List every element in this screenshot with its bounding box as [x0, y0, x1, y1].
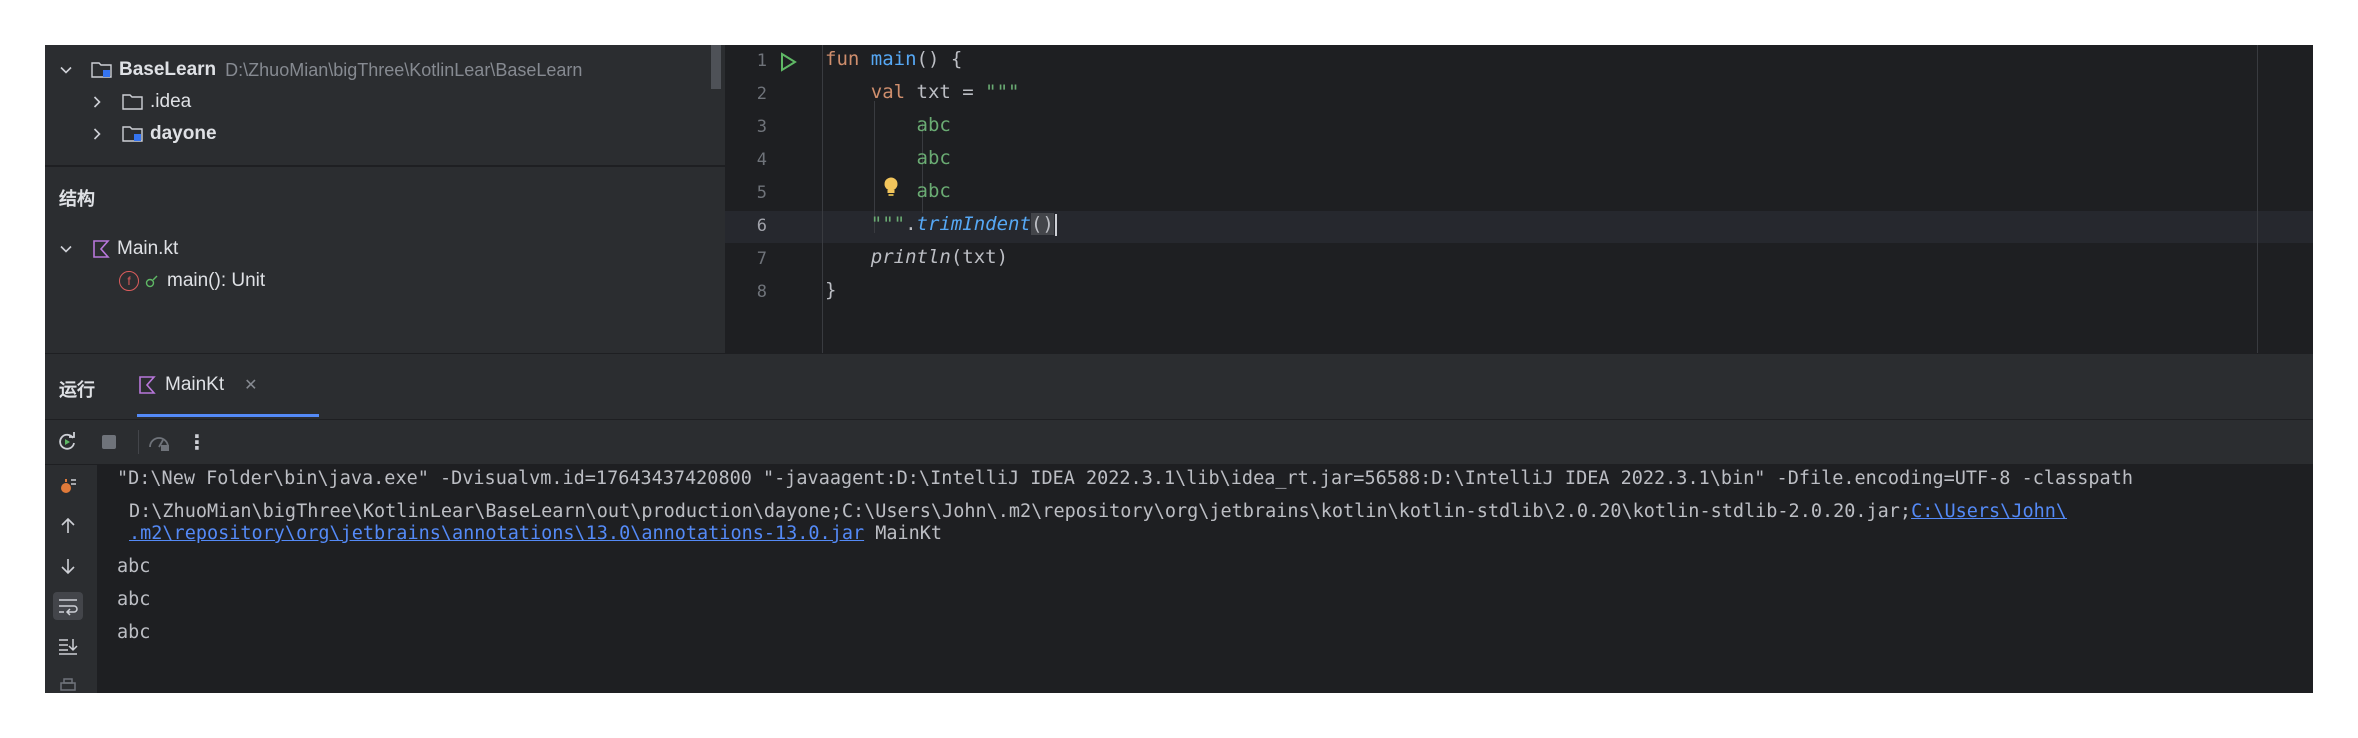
code-line-5: abc: [825, 180, 951, 202]
string-literal: abc: [916, 147, 951, 169]
tab-mainkt[interactable]: MainKt ✕: [137, 354, 319, 416]
code-line-4: abc: [825, 147, 951, 169]
function-call: println: [870, 246, 951, 268]
debug-attach-icon[interactable]: [53, 472, 83, 500]
console-command-line-1: "D:\New Folder\bin\java.exe" -Dvisualvm.…: [117, 468, 2133, 489]
tree-item-dayone[interactable]: dayone: [90, 118, 217, 150]
console-result-line: abc: [117, 622, 151, 643]
console-command-line-3: .m2\repository\org\jetbrains\annotations…: [129, 523, 942, 544]
tab-label: MainKt: [165, 374, 225, 395]
soft-wrap-icon[interactable]: [53, 592, 83, 620]
run-gutter-icon[interactable]: [777, 51, 799, 78]
active-tab-indicator: [137, 414, 319, 417]
console-command-line-2: D:\ZhuoMian\bigThree\KotlinLear\BaseLear…: [129, 501, 2067, 522]
keyword-fun: fun: [825, 48, 860, 70]
string-literal: abc: [916, 114, 951, 136]
project-tree-panel: BaseLearn D:\ZhuoMian\bigThree\KotlinLea…: [45, 45, 725, 166]
code-text: (txt): [950, 246, 1009, 268]
editor-right-margin: [2257, 45, 2258, 353]
structure-file-name: Main.kt: [117, 238, 179, 259]
kotlin-file-icon: [91, 239, 111, 259]
code-line-7: println(txt): [825, 246, 1008, 268]
arrow-up-icon[interactable]: [53, 512, 83, 540]
code-line-2: val txt = """: [825, 81, 1020, 103]
structure-title: 结构: [59, 189, 95, 209]
editor-gutter: 1 2 3 4 5 6 7 8: [725, 45, 821, 353]
code-text: () {: [916, 48, 963, 70]
gutter-separator: [822, 45, 823, 353]
code-line-1: fun main() {: [825, 48, 962, 70]
run-panel: 运行 MainKt ✕ ⋮ "D:\New Folder\bin\java.ex…: [45, 353, 2313, 693]
console-result-line: abc: [117, 589, 151, 610]
chevron-down-icon[interactable]: [59, 63, 73, 77]
console-path-link[interactable]: .m2\repository\org\jetbrains\annotations…: [129, 523, 864, 544]
more-options-icon[interactable]: ⋮: [185, 430, 209, 454]
console-side-toolbar: [45, 464, 97, 693]
keyword-val: val: [870, 81, 906, 103]
function-call: trimIndent: [916, 213, 1031, 235]
line-number: 8: [756, 282, 767, 302]
tree-root-row[interactable]: BaseLearn D:\ZhuoMian\bigThree\KotlinLea…: [59, 54, 582, 86]
public-visibility-icon: [145, 274, 159, 288]
structure-member-row[interactable]: f main(): Unit: [119, 265, 265, 297]
tree-root-path: D:\ZhuoMian\bigThree\KotlinLear\BaseLear…: [225, 59, 583, 80]
function-icon: f: [119, 271, 139, 291]
profiler-icon[interactable]: [147, 430, 171, 454]
line-number: 3: [756, 117, 767, 137]
paren-highlight: (): [1030, 213, 1054, 235]
text-caret: [1054, 213, 1057, 236]
string-literal: """: [870, 213, 906, 235]
arrow-down-icon[interactable]: [53, 552, 83, 580]
line-number: 4: [756, 150, 767, 170]
code-line-6: """.trimIndent(): [825, 213, 1057, 236]
chevron-down-icon[interactable]: [59, 242, 73, 256]
print-icon[interactable]: [53, 672, 83, 693]
structure-file-row[interactable]: Main.kt: [59, 233, 178, 265]
run-toolbar: ⋮: [45, 419, 2313, 465]
tree-scrollbar[interactable]: [711, 45, 721, 89]
rerun-icon[interactable]: [55, 430, 79, 454]
code-text: .: [905, 213, 917, 235]
stop-icon[interactable]: [97, 430, 121, 454]
run-panel-title: 运行: [59, 380, 95, 400]
line-number: 1: [756, 51, 767, 71]
structure-member-name: main(): Unit: [167, 270, 266, 291]
close-icon[interactable]: ✕: [244, 375, 257, 395]
tree-item-idea[interactable]: .idea: [90, 86, 191, 118]
code-editor[interactable]: 1 2 3 4 5 6 7 8 fun main() { val txt = "…: [725, 45, 2313, 353]
chevron-right-icon[interactable]: [90, 95, 104, 109]
function-name: main: [870, 48, 917, 70]
code-line-3: abc: [825, 114, 951, 136]
chevron-right-icon[interactable]: [90, 127, 104, 141]
tree-item-label: .idea: [150, 91, 192, 112]
module-folder-icon: [122, 125, 144, 143]
line-number: 7: [756, 249, 767, 269]
module-folder-icon: [91, 61, 113, 79]
console-path-link[interactable]: C:\Users\John\: [1911, 501, 2067, 522]
tree-item-label: dayone: [150, 123, 217, 144]
code-text: txt =: [905, 81, 986, 103]
ide-window: BaseLearn D:\ZhuoMian\bigThree\KotlinLea…: [45, 45, 2313, 693]
toolbar-separator: [138, 430, 139, 454]
console-text: MainKt: [864, 523, 943, 544]
console-text: D:\ZhuoMian\bigThree\KotlinLear\BaseLear…: [129, 501, 1912, 522]
string-literal: """: [985, 81, 1020, 103]
line-number: 2: [756, 84, 767, 104]
run-tab-bar: 运行 MainKt ✕: [45, 354, 2313, 418]
console-output[interactable]: "D:\New Folder\bin\java.exe" -Dvisualvm.…: [97, 464, 2313, 693]
code-text: }: [825, 279, 837, 301]
line-number: 6: [756, 216, 767, 236]
console-result-line: abc: [117, 556, 151, 577]
folder-icon: [122, 93, 144, 111]
string-literal: abc: [916, 180, 951, 202]
code-line-8: }: [825, 279, 836, 301]
scroll-to-end-icon[interactable]: [53, 632, 83, 660]
line-number: 5: [756, 183, 767, 203]
tree-root-name: BaseLearn: [119, 59, 217, 80]
kotlin-run-icon: [137, 375, 157, 395]
